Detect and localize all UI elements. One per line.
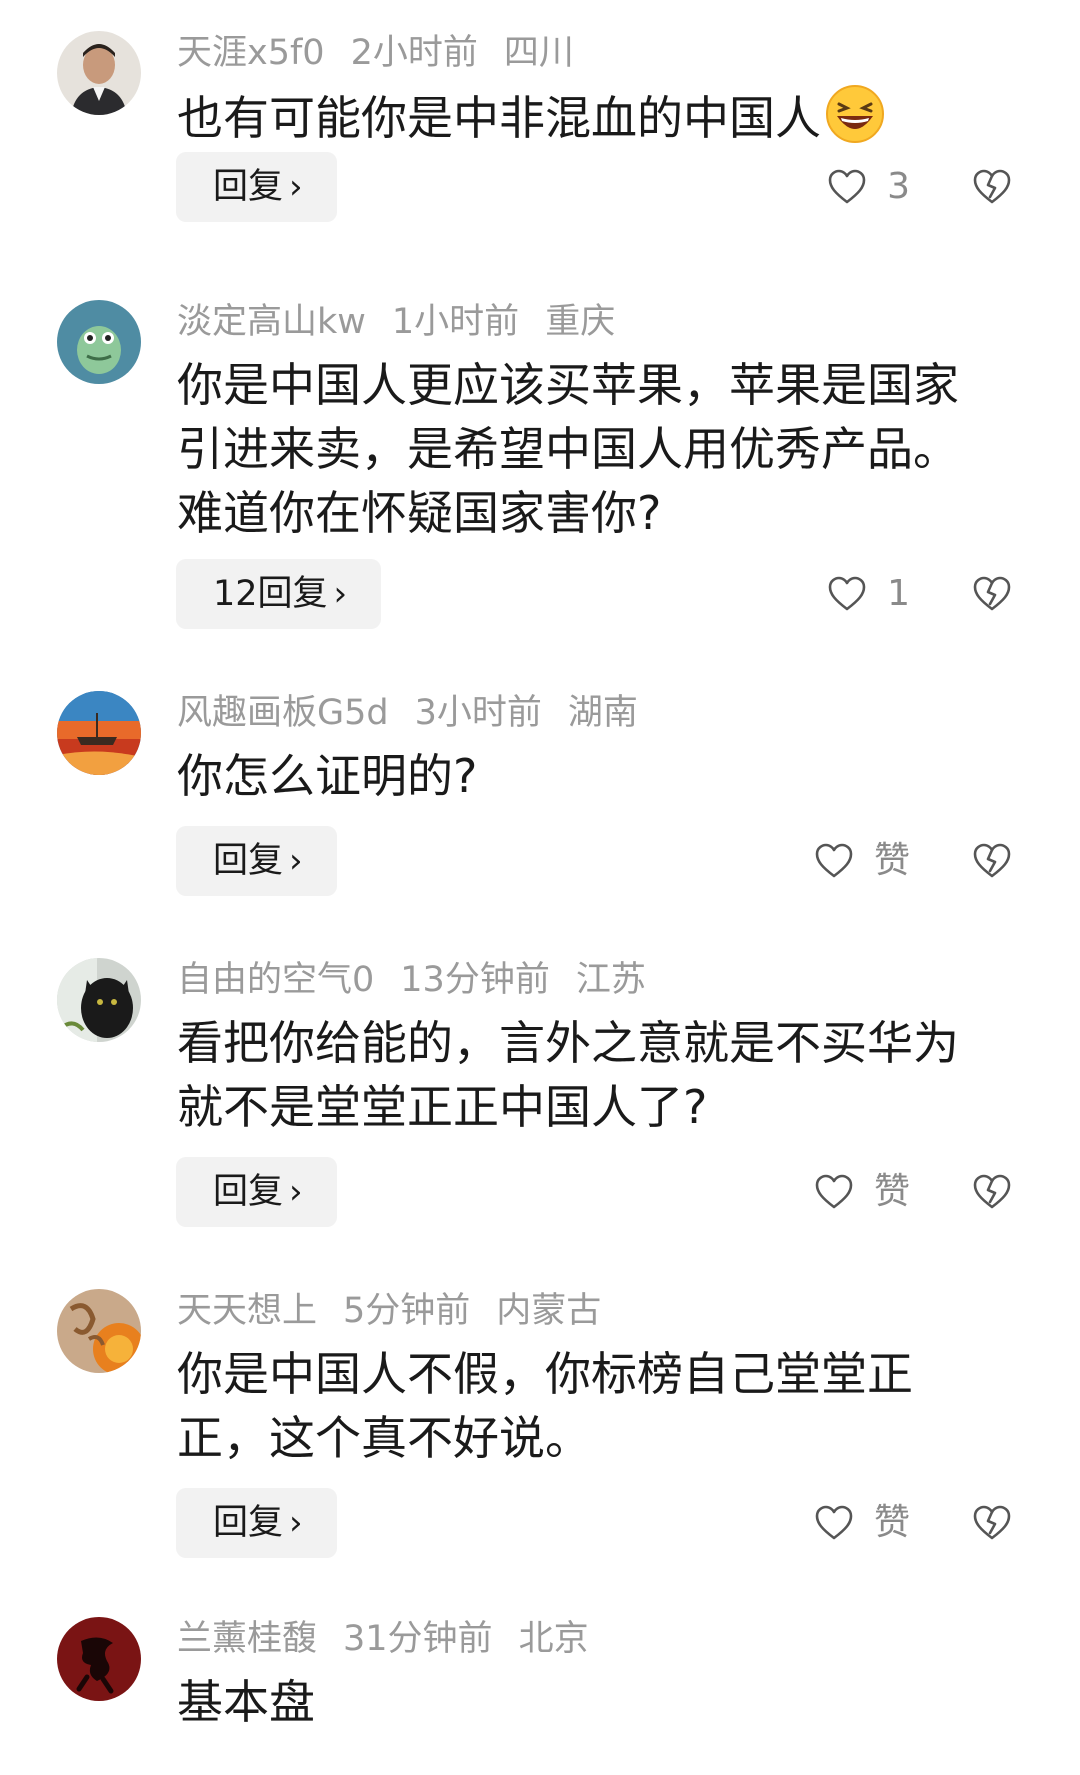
like-button[interactable]: 3 [825,152,910,222]
comment-item: 自由的空气0 13分钟前 江苏 看把你给能的，言外之意就是不买华为 就不是堂堂正正中… [0,955,1080,1235]
reply-label: 12回复 [213,574,328,614]
like-button[interactable]: 1 [825,559,910,629]
comment-meta: 风趣画板G5d 3小时前 湖南 [177,688,664,738]
comment-item: 兰薰桂馥 31分钟前 北京 基本盘 [0,1614,1080,1764]
like-count: 赞 [873,840,910,881]
comment-item: 风趣画板G5d 3小时前 湖南 你怎么证明的? 回复 › 赞 [0,688,1080,898]
comment-item: 天天想上 5分钟前 内蒙古 你是中国人不假，你标榜自己堂堂正 正，这个真不好说。 回… [0,1286,1080,1566]
reply-label: 回复 [213,1172,284,1212]
comment-meta: 兰薰桂馥 31分钟前 北京 [177,1614,615,1664]
comment-meta: 天天想上 5分钟前 内蒙古 [177,1286,627,1336]
timestamp: 13分钟前 [400,960,550,1000]
comment-text: 你怎么证明的? [177,744,1017,808]
avatar[interactable] [57,958,141,1042]
timestamp: 2小时前 [350,33,478,73]
like-count: 赞 [873,1171,910,1212]
chevron-right-icon: › [289,167,303,207]
broken-heart-icon [973,169,1011,204]
reply-label: 回复 [213,841,284,881]
location: 内蒙古 [496,1291,602,1331]
heart-icon [815,1174,853,1209]
avatar[interactable] [57,691,141,775]
reply-button[interactable]: 回复 › [176,1157,337,1227]
location: 湖南 [567,693,638,733]
username[interactable]: 兰薰桂馥 [177,1619,317,1659]
dislike-button[interactable] [970,152,1014,222]
username[interactable]: 淡定高山kw [177,302,366,342]
comment-text-line: 正，这个真不好说。 [177,1411,591,1465]
avatar[interactable] [57,1617,141,1701]
chevron-right-icon: › [289,1503,303,1543]
username[interactable]: 天天想上 [177,1291,317,1331]
chevron-right-icon: › [333,574,348,614]
comment-text-line: 你是中国人更应该买苹果，苹果是国家 [177,358,959,412]
comment-text: 你是中国人更应该买苹果，苹果是国家 引进来卖，是希望中国人用优秀产品。 难道你在… [177,353,1017,545]
comment-text-line: 难道你在怀疑国家害你? [177,486,662,540]
reply-button[interactable]: 回复 › [176,152,337,222]
location: 四川 [503,33,574,73]
timestamp: 3小时前 [414,693,542,733]
location: 北京 [518,1619,589,1659]
avatar[interactable] [57,31,141,115]
comment-text: 基本盘 [177,1670,1017,1734]
broken-heart-icon [973,1174,1011,1209]
comment-meta: 淡定高山kw 1小时前 重庆 [177,297,641,347]
like-button[interactable]: 赞 [812,1157,910,1227]
avatar[interactable] [57,300,141,384]
timestamp: 31分钟前 [343,1619,493,1659]
comment-text-line: 你怎么证明的? [177,749,478,803]
comment-text-line: 就不是堂堂正正中国人了? [177,1080,708,1134]
avatar[interactable] [57,1289,141,1373]
heart-icon [815,1505,853,1540]
timestamp: 5分钟前 [343,1291,471,1331]
comment-text-line: 引进来卖，是希望中国人用优秀产品。 [177,422,959,476]
comment-text: 也有可能你是中非混血的中国人 [177,84,1017,150]
broken-heart-icon [973,576,1011,611]
like-button[interactable]: 赞 [812,826,910,896]
comment-meta: 天涯x5f0 2小时前 四川 [177,28,600,78]
comment-text-line: 看把你给能的，言外之意就是不买华为 [177,1016,959,1070]
heart-icon [815,843,853,878]
dislike-button[interactable] [970,1157,1014,1227]
dislike-button[interactable] [970,1488,1014,1558]
heart-icon [828,169,866,204]
username[interactable]: 自由的空气0 [177,960,374,1000]
heart-icon [828,576,866,611]
comment-text-content: 也有可能你是中非混血的中国人 [177,91,821,145]
broken-heart-icon [973,1505,1011,1540]
like-button[interactable]: 赞 [812,1488,910,1558]
chevron-right-icon: › [289,1172,303,1212]
like-count: 赞 [873,1502,910,1543]
comment-text-line: 你是中国人不假，你标榜自己堂堂正 [177,1347,913,1401]
reply-button[interactable]: 12回复 › [176,559,382,629]
like-count: 3 [887,166,910,207]
comment-text: 看把你给能的，言外之意就是不买华为 就不是堂堂正正中国人了? [177,1011,1017,1139]
reply-button[interactable]: 回复 › [176,826,337,896]
laughing-emoji-icon [826,85,884,143]
dislike-button[interactable] [970,559,1014,629]
reply-button[interactable]: 回复 › [176,1488,337,1558]
location: 江苏 [575,960,646,1000]
chevron-right-icon: › [289,841,303,881]
reply-label: 回复 [213,1503,284,1543]
location: 重庆 [545,302,616,342]
username[interactable]: 天涯x5f0 [177,33,325,73]
comment-item: 天涯x5f0 2小时前 四川 也有可能你是中非混血的中国人 回复 › 3 [0,28,1080,228]
broken-heart-icon [973,843,1011,878]
timestamp: 1小时前 [391,302,520,342]
username[interactable]: 风趣画板G5d [177,693,389,733]
comment-meta: 自由的空气0 13分钟前 江苏 [177,955,672,1005]
dislike-button[interactable] [970,826,1014,896]
comment-text: 你是中国人不假，你标榜自己堂堂正 正，这个真不好说。 [177,1342,1017,1470]
like-count: 1 [887,573,910,614]
reply-label: 回复 [213,167,284,207]
comment-item: 淡定高山kw 1小时前 重庆 你是中国人更应该买苹果，苹果是国家 引进来卖，是希望中… [0,297,1080,637]
comment-text-line: 基本盘 [177,1675,315,1729]
